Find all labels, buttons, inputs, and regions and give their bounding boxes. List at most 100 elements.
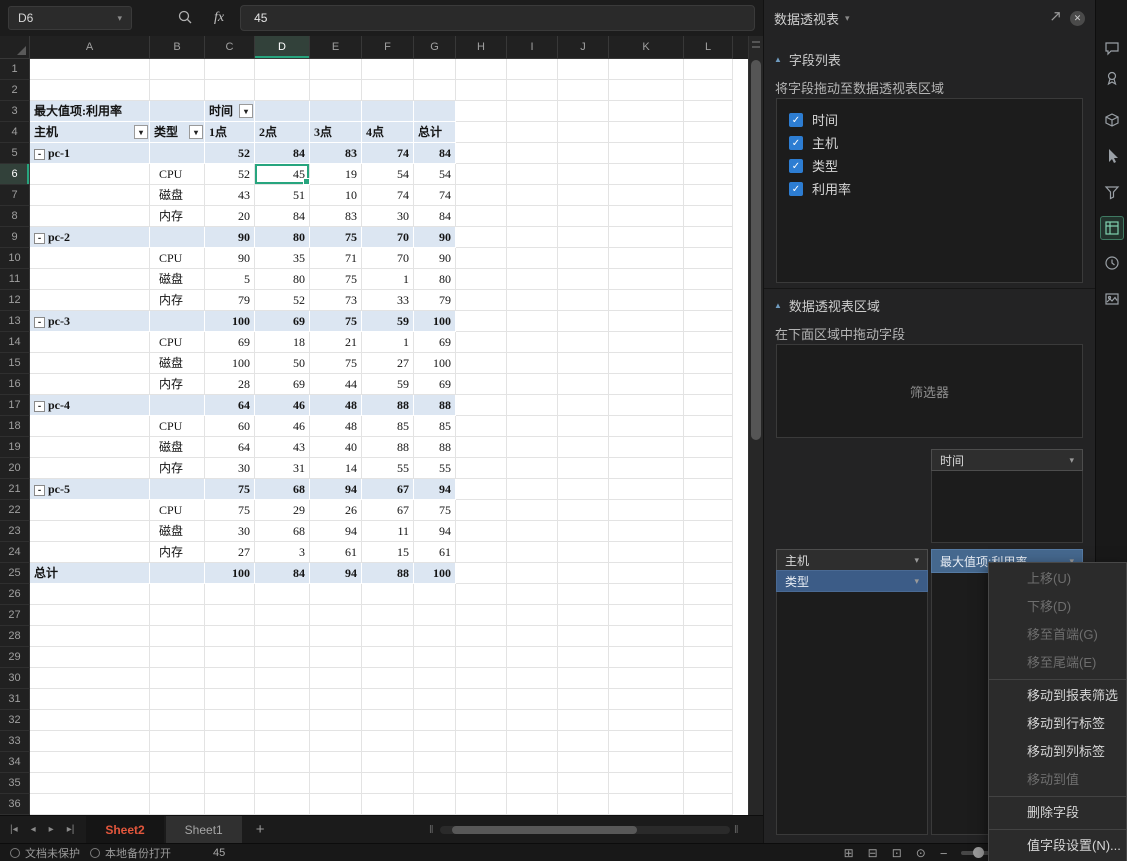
cell-J29[interactable] [558,647,609,668]
cell-E13[interactable]: 75 [310,311,362,332]
cell-B31[interactable] [150,689,205,710]
cell-B1[interactable] [150,59,205,80]
cell-L4[interactable] [684,122,733,143]
cell-L2[interactable] [684,80,733,101]
cell-G14[interactable]: 69 [414,332,456,353]
row-header-21[interactable]: 21 [0,479,30,500]
cell-F22[interactable]: 67 [362,500,414,521]
cell-F9[interactable]: 70 [362,227,414,248]
cell-D11[interactable]: 80 [255,269,310,290]
column-header-G[interactable]: G [414,36,456,59]
field-item-类型[interactable]: ✓类型 [777,154,1082,177]
filter-dropdown-button[interactable]: ▾ [189,125,203,139]
cell-H24[interactable] [456,542,507,563]
cell-E22[interactable]: 26 [310,500,362,521]
cell-G4[interactable]: 总计 [414,122,456,143]
cell-G23[interactable]: 94 [414,521,456,542]
cell-B15[interactable]: 磁盘 [150,353,205,374]
cell-E10[interactable]: 71 [310,248,362,269]
field-chip-类型[interactable]: 类型▾ [776,570,928,592]
cell-C11[interactable]: 5 [205,269,255,290]
cell-I11[interactable] [507,269,558,290]
cell-B5[interactable] [150,143,205,164]
context-menu-item-5[interactable]: 移动到报表筛选 [989,682,1126,710]
cell-D23[interactable]: 68 [255,521,310,542]
cell-B28[interactable] [150,626,205,647]
cell-A10[interactable] [30,248,150,269]
cell-H33[interactable] [456,731,507,752]
resources-icon[interactable] [1100,108,1124,132]
cell-F11[interactable]: 1 [362,269,414,290]
cell-D25[interactable]: 84 [255,563,310,584]
cell-G6[interactable]: 54 [414,164,456,185]
cell-D27[interactable] [255,605,310,626]
cell-B29[interactable] [150,647,205,668]
cell-B6[interactable]: CPU [150,164,205,185]
cell-E29[interactable] [310,647,362,668]
cell-D3[interactable] [255,101,310,122]
cell-D15[interactable]: 50 [255,353,310,374]
cell-E2[interactable] [310,80,362,101]
popout-icon[interactable] [1049,10,1062,26]
cell-L31[interactable] [684,689,733,710]
cell-A5[interactable]: -pc-1 [30,143,150,164]
cell-F8[interactable]: 30 [362,206,414,227]
vertical-scrollbar-thumb[interactable] [751,60,761,440]
last-sheet-button[interactable]: ▸| [67,824,75,835]
cell-A11[interactable] [30,269,150,290]
cell-J20[interactable] [558,458,609,479]
cell-I30[interactable] [507,668,558,689]
cell-E32[interactable] [310,710,362,731]
cell-A26[interactable] [30,584,150,605]
cell-C32[interactable] [205,710,255,731]
cell-H8[interactable] [456,206,507,227]
cell-A12[interactable] [30,290,150,311]
cell-H1[interactable] [456,59,507,80]
row-header-30[interactable]: 30 [0,668,30,689]
cell-K16[interactable] [609,374,684,395]
cell-J34[interactable] [558,752,609,773]
cell-L22[interactable] [684,500,733,521]
cell-C4[interactable]: 1点 [205,122,255,143]
cell-F1[interactable] [362,59,414,80]
page-layout-view-icon[interactable]: ⊟ [868,847,878,859]
cell-L3[interactable] [684,101,733,122]
cell-L26[interactable] [684,584,733,605]
cell-C23[interactable]: 30 [205,521,255,542]
cell-F31[interactable] [362,689,414,710]
cell-D7[interactable]: 51 [255,185,310,206]
cell-A8[interactable] [30,206,150,227]
row-header-25[interactable]: 25 [0,563,30,584]
horizontal-scrollbar-thumb[interactable] [452,826,637,834]
cell-H29[interactable] [456,647,507,668]
cell-F28[interactable] [362,626,414,647]
cell-K32[interactable] [609,710,684,731]
cell-B10[interactable]: CPU [150,248,205,269]
cell-D13[interactable]: 69 [255,311,310,332]
seal-icon[interactable] [1100,66,1124,90]
cell-B23[interactable]: 磁盘 [150,521,205,542]
scrollbar-split-handle[interactable] [752,41,760,48]
checkbox-icon[interactable]: ✓ [789,182,803,196]
cell-C7[interactable]: 43 [205,185,255,206]
cell-F19[interactable]: 88 [362,437,414,458]
cell-C34[interactable] [205,752,255,773]
cell-A34[interactable] [30,752,150,773]
cell-G25[interactable]: 100 [414,563,456,584]
cell-I5[interactable] [507,143,558,164]
row-header-34[interactable]: 34 [0,752,30,773]
cell-C36[interactable] [205,794,255,815]
cell-B27[interactable] [150,605,205,626]
cell-F25[interactable]: 88 [362,563,414,584]
column-header-E[interactable]: E [310,36,362,59]
collapse-group-button[interactable]: - [34,485,45,496]
cell-A9[interactable]: -pc-2 [30,227,150,248]
cell-F6[interactable]: 54 [362,164,414,185]
row-header-36[interactable]: 36 [0,794,30,815]
tab-sheet2[interactable]: Sheet2 [86,816,163,844]
eye-protection-icon[interactable]: ⊙ [916,847,926,859]
cell-E8[interactable]: 83 [310,206,362,227]
cell-K27[interactable] [609,605,684,626]
cell-C5[interactable]: 52 [205,143,255,164]
cell-G8[interactable]: 84 [414,206,456,227]
